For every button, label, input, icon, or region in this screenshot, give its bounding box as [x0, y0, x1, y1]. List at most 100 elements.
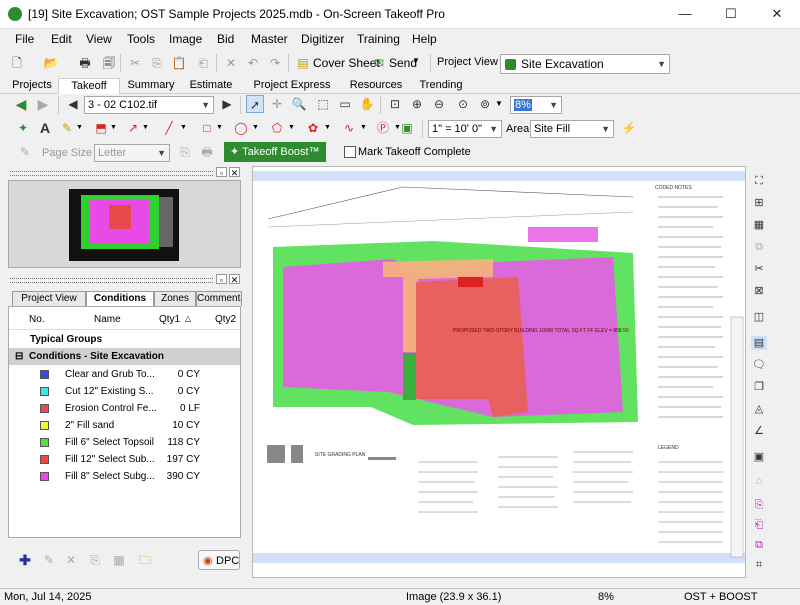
highlighter-dropdown-icon[interactable]: ▼	[76, 124, 83, 131]
menu-digitizer[interactable]: Digitizer	[301, 32, 344, 46]
paste-special-icon[interactable]: ⎗	[194, 54, 212, 72]
delete-condition-icon[interactable]: ✕	[62, 551, 80, 569]
subtab-comments[interactable]: Comments	[196, 291, 242, 306]
new-icon[interactable]: 🗋	[8, 54, 26, 72]
grid-icon[interactable]: ▦	[751, 218, 767, 232]
magnifier-icon[interactable]: ▭	[336, 95, 354, 113]
zoom-fit-icon[interactable]: ⊡	[386, 95, 404, 113]
page-thumbnail[interactable]	[8, 180, 241, 268]
send-dropdown-arrow-icon[interactable]: ▼	[412, 56, 420, 65]
page-layers-icon[interactable]: ⧉	[751, 538, 767, 552]
page-select[interactable]: 3 - 02 C102.tif ▼	[84, 96, 214, 114]
table-row[interactable]: Fill 6" Select Topsoil 118 CY	[9, 434, 240, 451]
select-pointer-icon[interactable]: ➚	[246, 95, 264, 113]
condition-grid-icon[interactable]: ▦	[110, 551, 128, 569]
polygon-tool-icon[interactable]: ⬠	[268, 119, 286, 137]
ellipse-dropdown-icon[interactable]: ▼	[252, 124, 259, 131]
tab-trending[interactable]: Trending	[414, 78, 468, 93]
panel-toggle-icon[interactable]: ▤	[751, 336, 767, 350]
back-icon[interactable]: ◀	[12, 95, 30, 113]
page-size-select[interactable]: Letter ▼	[94, 144, 170, 162]
takeoff-boost-button[interactable]: ✦ Takeoff Boost™	[224, 142, 326, 162]
typical-groups-row[interactable]: Typical Groups	[9, 331, 240, 348]
column-no[interactable]: No.	[29, 314, 45, 325]
highlighter-icon[interactable]: ✎	[58, 119, 76, 137]
layers-icon[interactable]: ⧉	[751, 240, 767, 254]
table-row[interactable]: Erosion Control Fe... 0 LF	[9, 400, 240, 417]
menu-help[interactable]: Help	[412, 32, 437, 46]
page-size-icon[interactable]: ✎	[16, 143, 34, 161]
collapse-icon[interactable]: ⊟	[15, 348, 23, 365]
minimize-button[interactable]: —	[662, 0, 708, 28]
drawing-canvas[interactable]: PROPOSED TWO-STORY BUILDING 10000 TOTAL …	[252, 166, 746, 578]
pane-close-icon[interactable]: ✕	[229, 167, 240, 178]
zoom-select[interactable]: 8% ▼	[510, 96, 562, 114]
pane-restore-icon[interactable]: ▫	[216, 167, 227, 178]
menu-view[interactable]: View	[86, 32, 112, 46]
callout-dropdown-icon[interactable]: ▼	[110, 124, 117, 131]
table-row[interactable]: Cut 12" Existing S... 0 CY	[9, 383, 240, 400]
print-icon[interactable]: 🖶	[76, 54, 94, 72]
crop-icon[interactable]: ⌗	[751, 558, 767, 572]
column-name[interactable]: Name	[94, 314, 121, 325]
rectangle-tool-icon[interactable]: □	[198, 119, 216, 137]
menu-master[interactable]: Master	[251, 32, 288, 46]
annotation-icon[interactable]: 🗨	[751, 358, 767, 372]
ellipse-tool-icon[interactable]: ◯	[232, 119, 250, 137]
redo-icon[interactable]: ↷	[266, 54, 284, 72]
freehand-dropdown-icon[interactable]: ▼	[360, 124, 367, 131]
new-folder-icon[interactable]: 🗀	[136, 551, 154, 569]
maximize-button[interactable]: ☐	[708, 0, 754, 28]
table-row[interactable]: Fill 12" Select Sub... 197 CY	[9, 451, 240, 468]
undo-icon[interactable]: ↶	[244, 54, 262, 72]
dpc-button[interactable]: ◉ DPC	[198, 550, 240, 570]
subtab-project-view[interactable]: Project View	[12, 291, 86, 306]
cover-sheet-icon[interactable]: ▤	[294, 54, 312, 72]
zoom-previous-icon[interactable]: ⊙	[454, 95, 472, 113]
menu-image[interactable]: Image	[169, 32, 202, 46]
sort-ascending-icon[interactable]: △	[185, 314, 191, 323]
cut-icon[interactable]: ✂	[126, 54, 144, 72]
pane-restore-icon[interactable]: ▫	[216, 274, 227, 285]
tab-takeoff[interactable]: Takeoff	[58, 78, 120, 94]
tab-projects[interactable]: Projects	[8, 78, 56, 93]
scale-select[interactable]: 1" = 10' 0" ▼	[428, 120, 502, 138]
crosshair-icon[interactable]: ✛	[268, 95, 286, 113]
note-tool-icon[interactable]: ▣	[398, 119, 416, 137]
page-copy-icon[interactable]: ⎘	[176, 143, 194, 161]
arrow-tool-icon[interactable]: ↗	[124, 119, 142, 137]
menu-edit[interactable]: Edit	[51, 32, 72, 46]
area-select[interactable]: Site Fill ▼	[530, 120, 614, 138]
pan-hand-icon[interactable]: ✋	[358, 95, 376, 113]
subtab-zones[interactable]: Zones	[154, 291, 196, 306]
takeoff-wand-icon[interactable]: ✦	[14, 119, 32, 137]
scissors-icon[interactable]: ✂	[751, 262, 767, 276]
tab-project-express[interactable]: Project Express	[246, 78, 338, 93]
pane-close-icon[interactable]: ✕	[229, 274, 240, 285]
overlay-icon[interactable]: ⊠	[751, 284, 767, 298]
arrow-dropdown-icon[interactable]: ▼	[142, 124, 149, 131]
subtab-conditions[interactable]: Conditions	[86, 291, 154, 306]
copy-icon[interactable]: ⎘	[148, 54, 166, 72]
column-qty1[interactable]: Qty1	[159, 314, 180, 325]
print-preview-icon[interactable]: 🗐	[100, 54, 118, 72]
line-tool-icon[interactable]: ╱	[160, 119, 178, 137]
open-folder-icon[interactable]: 📂	[42, 54, 60, 72]
send-icon[interactable]: ✉	[370, 54, 388, 72]
zoom-out-icon[interactable]: ⊖	[430, 95, 448, 113]
text-tool-icon[interactable]: A	[36, 119, 54, 137]
table-row[interactable]: 2" Fill sand 10 CY	[9, 417, 240, 434]
copy-condition-icon[interactable]: ⎘	[86, 551, 104, 569]
fit-page-icon[interactable]: ⛶	[751, 174, 767, 188]
cloud-dropdown-icon[interactable]: ▼	[324, 124, 331, 131]
zoom-window-icon[interactable]: 🔍	[290, 95, 308, 113]
paste-icon[interactable]: 📋	[170, 54, 188, 72]
previous-page-icon[interactable]: ◀	[64, 95, 82, 113]
tab-estimate[interactable]: Estimate	[184, 78, 238, 93]
tab-summary[interactable]: Summary	[120, 78, 182, 93]
line-dropdown-icon[interactable]: ▼	[180, 124, 187, 131]
column-qty2[interactable]: Qty2	[215, 314, 236, 325]
split-view-icon[interactable]: ◫	[751, 310, 767, 324]
ruler-icon[interactable]: ◬	[751, 402, 767, 416]
polygon-dropdown-icon[interactable]: ▼	[288, 124, 295, 131]
